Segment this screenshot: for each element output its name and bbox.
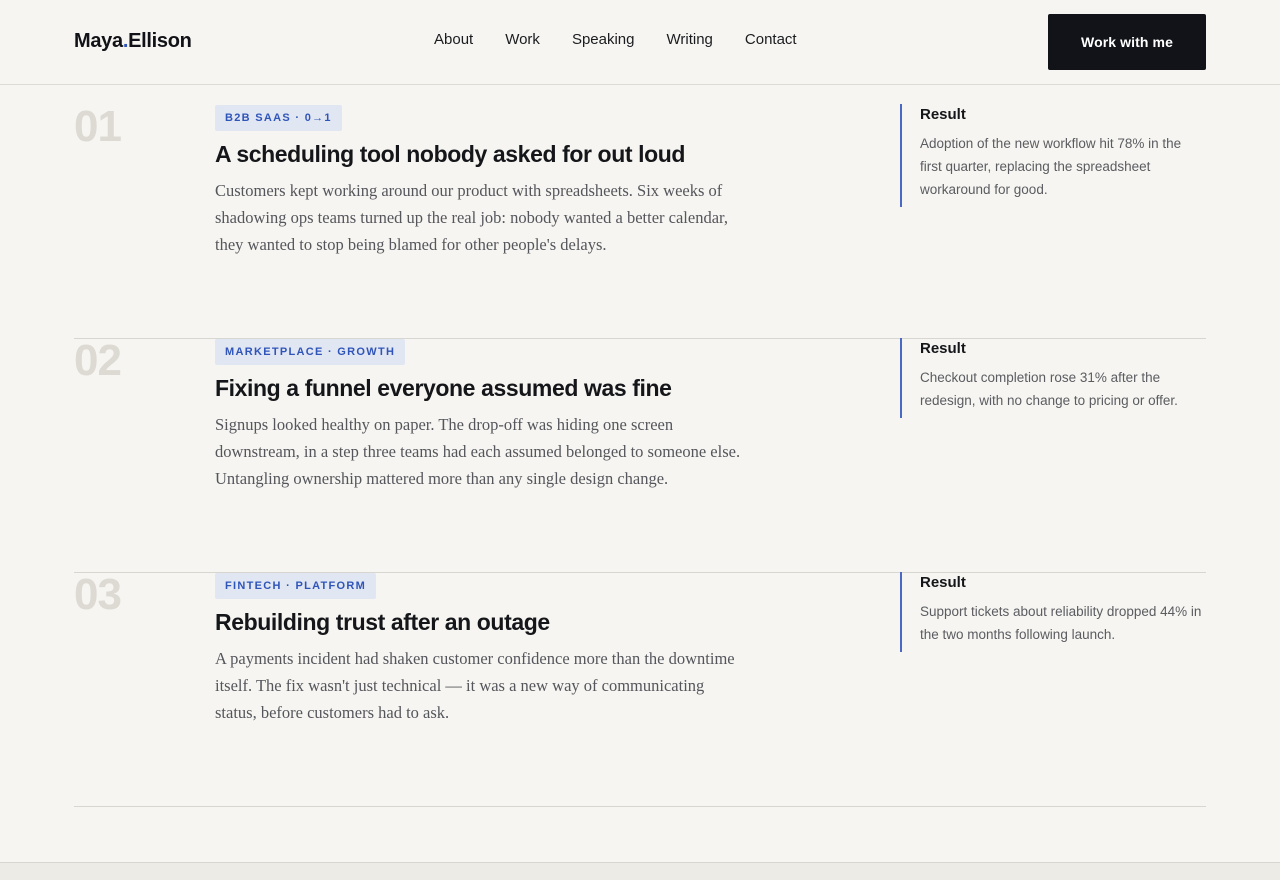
nav-link-speaking[interactable]: Speaking — [572, 31, 635, 48]
logo[interactable]: Maya.Ellison — [74, 30, 192, 53]
logo-last: Ellison — [128, 30, 192, 52]
result-label: Result — [920, 340, 966, 357]
case-number: 02 — [74, 336, 122, 385]
case-study-1: 01 B2B SAAS · 0→1 A scheduling tool nobo… — [74, 102, 1206, 339]
case-title[interactable]: A scheduling tool nobody asked for out l… — [215, 141, 835, 168]
case-description: Customers kept working around our produc… — [215, 181, 728, 254]
site-header: Maya.Ellison About Work Speaking Writing… — [0, 0, 1280, 85]
case-result: Result Checkout completion rose 31% afte… — [900, 338, 1206, 418]
case-description: Signups looked healthy on paper. The dro… — [215, 415, 741, 488]
case-number: 01 — [74, 102, 122, 151]
nav-link-work[interactable]: Work — [505, 31, 540, 48]
case-tag: B2B SAAS · 0→1 — [215, 105, 342, 131]
result-text: Checkout completion rose 31% after the r… — [920, 370, 1178, 408]
nav-link-contact[interactable]: Contact — [745, 31, 797, 48]
case-result: Result Adoption of the new workflow hit … — [900, 104, 1206, 207]
case-tag: FINTECH · PLATFORM — [215, 573, 377, 599]
case-description: A payments incident had shaken customer … — [215, 649, 735, 722]
nav-link-about[interactable]: About — [434, 31, 473, 48]
case-title[interactable]: Rebuilding trust after an outage — [215, 609, 835, 636]
result-text: Support tickets about reliability droppe… — [920, 604, 1202, 642]
nav-link-writing[interactable]: Writing — [667, 31, 713, 48]
case-title[interactable]: Fixing a funnel everyone assumed was fin… — [215, 375, 835, 402]
logo-first: Maya — [74, 30, 123, 52]
result-label: Result — [920, 574, 966, 591]
main-nav: About Work Speaking Writing Contact — [434, 31, 829, 48]
case-study-2: 02 MARKETPLACE · GROWTH Fixing a funnel … — [74, 336, 1206, 573]
case-study-3: 03 FINTECH · PLATFORM Rebuilding trust a… — [74, 570, 1206, 807]
footer-edge — [0, 862, 1280, 880]
result-label: Result — [920, 106, 966, 123]
case-tag: MARKETPLACE · GROWTH — [215, 339, 406, 365]
work-with-me-button[interactable]: Work with me — [1048, 14, 1206, 70]
case-number: 03 — [74, 570, 122, 619]
case-result: Result Support tickets about reliability… — [900, 572, 1206, 652]
result-text: Adoption of the new workflow hit 78% in … — [920, 136, 1182, 197]
